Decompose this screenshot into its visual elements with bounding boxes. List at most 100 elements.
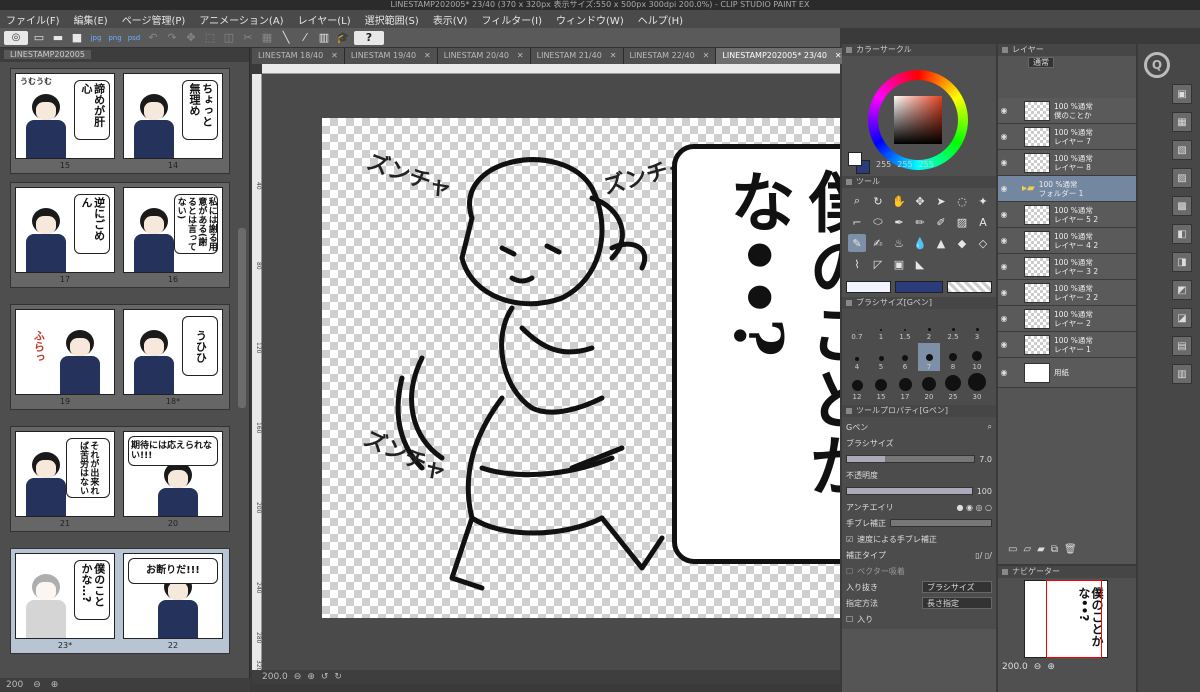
snap-special-icon[interactable]: ⁄ (297, 30, 313, 46)
app-menu-icon[interactable]: ◎ (4, 30, 28, 45)
snap-ruler-icon[interactable]: ╲ (278, 30, 294, 46)
new-vector-icon[interactable]: ▱ (1023, 544, 1031, 560)
in-checkbox[interactable]: ☐ (846, 615, 853, 624)
page-thumb-23[interactable]: 僕のことかな…? (15, 553, 115, 639)
palette-icon-4[interactable]: ▨ (1172, 168, 1192, 188)
spread-20-21[interactable]: それが出来れば苦労はない 期待には応えられない!!! 21 20 (10, 426, 230, 532)
layer-row[interactable]: ◉ 100 %通常 レイヤー 2 (998, 306, 1136, 332)
undo-icon[interactable]: ↶ (145, 30, 161, 46)
page-thumb-15[interactable]: うむうむ 諦めが肝心 (15, 73, 115, 159)
snap-grid-icon[interactable]: ▥ (316, 30, 332, 46)
layer-row[interactable]: ◉ 100 %通常 レイヤー 3 2 (998, 254, 1136, 280)
spread-14-15[interactable]: うむうむ 諦めが肝心 ちょっと無理め 15 14 (10, 68, 230, 174)
layer-row[interactable]: ◉ 100 %通常 レイヤー 8 (998, 150, 1136, 176)
brush-size-option[interactable]: 15 (870, 373, 892, 401)
close-icon[interactable]: ✕ (517, 48, 524, 64)
eye-icon[interactable]: ◉ (998, 288, 1010, 297)
zoom-out-icon[interactable]: ⊖ (33, 680, 41, 690)
antialias-options[interactable]: ● ◉ ◎ ○ (956, 503, 992, 512)
lasso-tool-icon[interactable]: ◌ (953, 192, 971, 210)
menu-animation[interactable]: アニメーション(A) (199, 12, 283, 27)
blend-mode-select[interactable]: 通常 (1028, 57, 1054, 68)
palette-icon-11[interactable]: ▥ (1172, 364, 1192, 384)
speed-checkbox[interactable]: ☑ (846, 535, 853, 544)
vector-checkbox[interactable]: ☐ (846, 567, 853, 576)
brush-size-option[interactable]: 0.7 (846, 313, 868, 341)
invert-select-icon[interactable]: ◫ (221, 30, 237, 46)
deselect-icon[interactable]: ⬚ (202, 30, 218, 46)
object-tool-icon[interactable]: ➤ (932, 192, 950, 210)
decoration-tool-icon[interactable]: ◆ (953, 234, 971, 252)
close-icon[interactable]: ✕ (703, 48, 710, 64)
tab-doc-23[interactable]: LINESTAMP202005* 23/40 ✕ (716, 48, 849, 64)
palette-icon-2[interactable]: ▦ (1172, 112, 1192, 132)
method-select[interactable]: 長さ指定 (922, 597, 992, 609)
eraser-tool-icon[interactable]: ◇ (974, 234, 992, 252)
brush-size-option[interactable]: 5 (870, 343, 892, 371)
zoom-in-icon[interactable]: ⊕ (51, 680, 59, 690)
page-scrollbar[interactable] (238, 228, 246, 408)
page-thumb-16[interactable]: 私には謝る用意がある(謝るとは言ってない) (123, 187, 223, 273)
tab-doc-21[interactable]: LINESTAM 21/40 ✕ (530, 48, 624, 64)
inout-select[interactable]: ブラシサイズ (922, 581, 992, 593)
layer-row[interactable]: ◉ 100 %通常 レイヤー 1 (998, 332, 1136, 358)
tool-property-header[interactable]: ツールプロパティ[Gペン] (842, 405, 996, 417)
page-thumb-20[interactable]: 期待には応えられない!!! (123, 431, 223, 517)
close-icon[interactable]: ✕ (331, 48, 338, 64)
g-pen-tool-icon[interactable]: ✎ (848, 234, 866, 252)
palette-icon-6[interactable]: ◧ (1172, 224, 1192, 244)
page-thumb-21[interactable]: それが出来れば苦労はない (15, 431, 115, 517)
brush-size-option[interactable]: 17 (894, 373, 916, 401)
blend-tool-icon[interactable]: 💧 (911, 234, 929, 252)
tab-doc-20[interactable]: LINESTAM 20/40 ✕ (437, 48, 531, 64)
opacity-slider[interactable] (846, 487, 973, 495)
menu-layer[interactable]: レイヤー(L) (298, 12, 351, 27)
page-thumb-17[interactable]: 逆にごめん (15, 187, 115, 273)
rotate-right-icon[interactable]: ↻ (334, 672, 342, 682)
palette-icon-10[interactable]: ▤ (1172, 336, 1192, 356)
brush-size-option[interactable]: 20 (918, 373, 940, 401)
brush-size-option[interactable]: 3 (966, 313, 988, 341)
tab-doc-19[interactable]: LINESTAM 19/40 ✕ (344, 48, 438, 64)
page-thumb-19[interactable]: ふらっ (15, 309, 115, 395)
eye-icon[interactable]: ◉ (998, 184, 1010, 193)
layer-row[interactable]: ◉ 100 %通常 レイヤー 2 2 (998, 280, 1136, 306)
zoom-out-icon[interactable]: ⊖ (1034, 662, 1042, 672)
airbrush-tool-icon[interactable]: ♨ (890, 234, 908, 252)
menu-view[interactable]: 表示(V) (433, 12, 468, 27)
layer-folder-row-selected[interactable]: ◉ ▸▰ 100 %通常 フォルダー 1 (998, 176, 1136, 202)
palette-icon-3[interactable]: ▧ (1172, 140, 1192, 160)
new-folder-icon[interactable]: ▰ (1037, 544, 1045, 560)
eye-icon[interactable]: ◉ (998, 210, 1010, 219)
save-icon[interactable]: ■ (69, 30, 85, 46)
layer-row[interactable]: ◉ 100 %通常 レイヤー 4 2 (998, 228, 1136, 254)
palette-icon-7[interactable]: ◨ (1172, 252, 1192, 272)
page-thumb-14[interactable]: ちょっと無理め (123, 73, 223, 159)
help-icon[interactable]: ? (354, 30, 384, 45)
canvas-zoom-value[interactable]: 200.0 (262, 672, 288, 682)
main-color-bar[interactable] (846, 281, 891, 293)
brush-size-option[interactable]: 6 (894, 343, 916, 371)
color-circle-header[interactable]: カラーサークル (842, 44, 996, 56)
figure-tool-icon[interactable]: ◸ (869, 255, 887, 273)
zoom-out-icon[interactable]: ⊖ (294, 672, 302, 682)
brush-size-option[interactable]: 10 (966, 343, 988, 371)
pen-tool-icon[interactable]: ✒ (890, 213, 908, 231)
page-thumb-22[interactable]: お断りだ!!! (123, 553, 223, 639)
brushsize-value[interactable]: 7.0 (979, 455, 992, 464)
close-icon[interactable]: ✕ (610, 48, 617, 64)
move-tool-icon[interactable]: ✥ (911, 192, 929, 210)
fill-tool-icon[interactable]: ▲ (932, 234, 950, 252)
main-color-swatch[interactable] (848, 152, 862, 166)
brush-size-header[interactable]: ブラシサイズ[Gペン] (842, 297, 996, 309)
brush-size-option[interactable]: 1.5 (894, 313, 916, 341)
zoom-tool-icon[interactable]: ⌕ (848, 192, 866, 210)
menu-help[interactable]: ヘルプ(H) (638, 12, 683, 27)
redo-icon[interactable]: ↷ (164, 30, 180, 46)
menu-filter[interactable]: フィルター(I) (481, 12, 542, 27)
menu-page[interactable]: ページ管理(P) (122, 12, 186, 27)
palette-icon-9[interactable]: ◪ (1172, 308, 1192, 328)
layer-row[interactable]: ◉ 100 %通常 レイヤー 5 2 (998, 202, 1136, 228)
export-psd-icon[interactable]: psd (126, 30, 142, 46)
sub-color-bar[interactable] (894, 281, 944, 293)
